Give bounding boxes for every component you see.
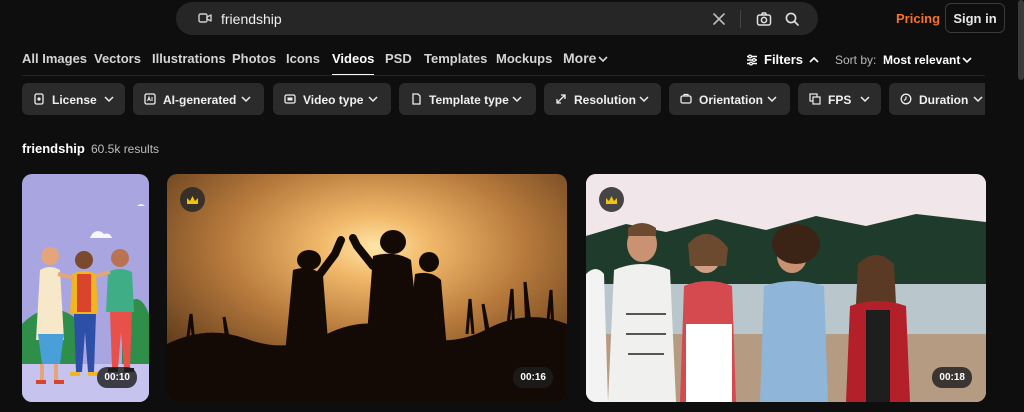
- chevron-down-icon: [973, 96, 983, 103]
- chip-label: Video type: [303, 93, 364, 107]
- premium-badge: [180, 187, 205, 212]
- chip-label: Template type: [429, 93, 509, 107]
- pricing-link[interactable]: Pricing: [896, 11, 940, 26]
- license-icon: [34, 93, 44, 105]
- sliders-icon: [747, 54, 757, 66]
- filters-label: Filters: [764, 52, 804, 67]
- filter-ai-generated[interactable]: AI-generated: [133, 83, 264, 115]
- resolution-icon: [556, 94, 566, 104]
- chip-label: Resolution: [574, 93, 636, 107]
- tab-psd[interactable]: PSD: [385, 51, 412, 66]
- clock-icon: [900, 93, 912, 105]
- tabs-divider: [22, 75, 985, 76]
- chip-label: Duration: [919, 93, 969, 107]
- chip-label: FPS: [828, 93, 852, 107]
- ai-icon: [144, 93, 156, 105]
- tab-photos[interactable]: Photos: [232, 51, 276, 66]
- filter-orientation[interactable]: Orientation: [669, 83, 790, 115]
- video-card[interactable]: 00:16: [167, 174, 567, 402]
- sort-select[interactable]: Most relevant: [883, 53, 960, 67]
- filter-resolution[interactable]: Resolution: [544, 83, 661, 115]
- scrollbar[interactable]: [1018, 0, 1024, 80]
- chip-label: License: [52, 93, 97, 107]
- orientation-icon: [680, 93, 692, 104]
- chevron-down-icon[interactable]: [962, 56, 972, 64]
- video-thumbnail: [586, 174, 986, 402]
- filter-template-type[interactable]: Template type: [399, 83, 536, 115]
- tab-mockups[interactable]: Mockups: [496, 51, 552, 66]
- tab-all-images[interactable]: All Images: [22, 51, 87, 66]
- premium-badge: [599, 187, 624, 212]
- fps-icon: [809, 93, 821, 105]
- filter-duration[interactable]: Duration: [889, 83, 985, 115]
- chevron-down-icon: [368, 96, 378, 103]
- tab-illustrations[interactable]: Illustrations: [152, 51, 226, 66]
- chevron-down-icon: [241, 96, 251, 103]
- chevron-down-icon: [512, 96, 522, 103]
- chip-label: Orientation: [699, 93, 764, 107]
- duration-badge: 00:10: [97, 367, 137, 388]
- chevron-down-icon: [767, 96, 777, 103]
- filter-video-type[interactable]: Video type: [273, 83, 391, 115]
- tab-vectors[interactable]: Vectors: [94, 51, 141, 66]
- tab-icons[interactable]: Icons: [286, 51, 320, 66]
- duration-badge: 00:18: [932, 367, 972, 388]
- chevron-down-icon: [598, 56, 608, 63]
- search-input[interactable]: [221, 9, 701, 29]
- camera-icon[interactable]: [756, 11, 772, 27]
- chevron-down-icon: [639, 96, 649, 103]
- filter-fps[interactable]: FPS: [798, 83, 881, 115]
- chevron-down-icon: [860, 96, 870, 103]
- search-bar[interactable]: [176, 2, 818, 35]
- sign-in-button[interactable]: Sign in: [945, 3, 1005, 33]
- filter-license[interactable]: License: [22, 83, 125, 115]
- video-type-icon: [284, 94, 296, 104]
- video-thumbnail: [167, 174, 567, 402]
- template-icon: [412, 93, 421, 105]
- tab-videos[interactable]: Videos: [332, 51, 375, 76]
- search-divider: [740, 10, 741, 28]
- video-card[interactable]: 00:18: [586, 174, 986, 402]
- sort-by-label: Sort by:: [835, 53, 877, 67]
- filters-toggle[interactable]: Filters: [746, 52, 819, 67]
- video-camera-icon: [198, 13, 212, 23]
- duration-badge: 00:16: [513, 367, 553, 388]
- tab-templates[interactable]: Templates: [424, 51, 487, 66]
- chevron-down-icon: [104, 96, 114, 103]
- video-card[interactable]: 00:10: [22, 174, 149, 402]
- results-count: 60.5k results: [91, 142, 160, 156]
- search-icon[interactable]: [784, 11, 800, 27]
- chevron-up-icon: [809, 56, 819, 63]
- crown-icon: [187, 195, 198, 204]
- tab-more[interactable]: More: [563, 50, 596, 66]
- chip-label: AI-generated: [163, 93, 237, 107]
- close-icon[interactable]: [711, 11, 727, 27]
- results-title: friendship: [22, 141, 85, 156]
- crown-icon: [606, 195, 617, 204]
